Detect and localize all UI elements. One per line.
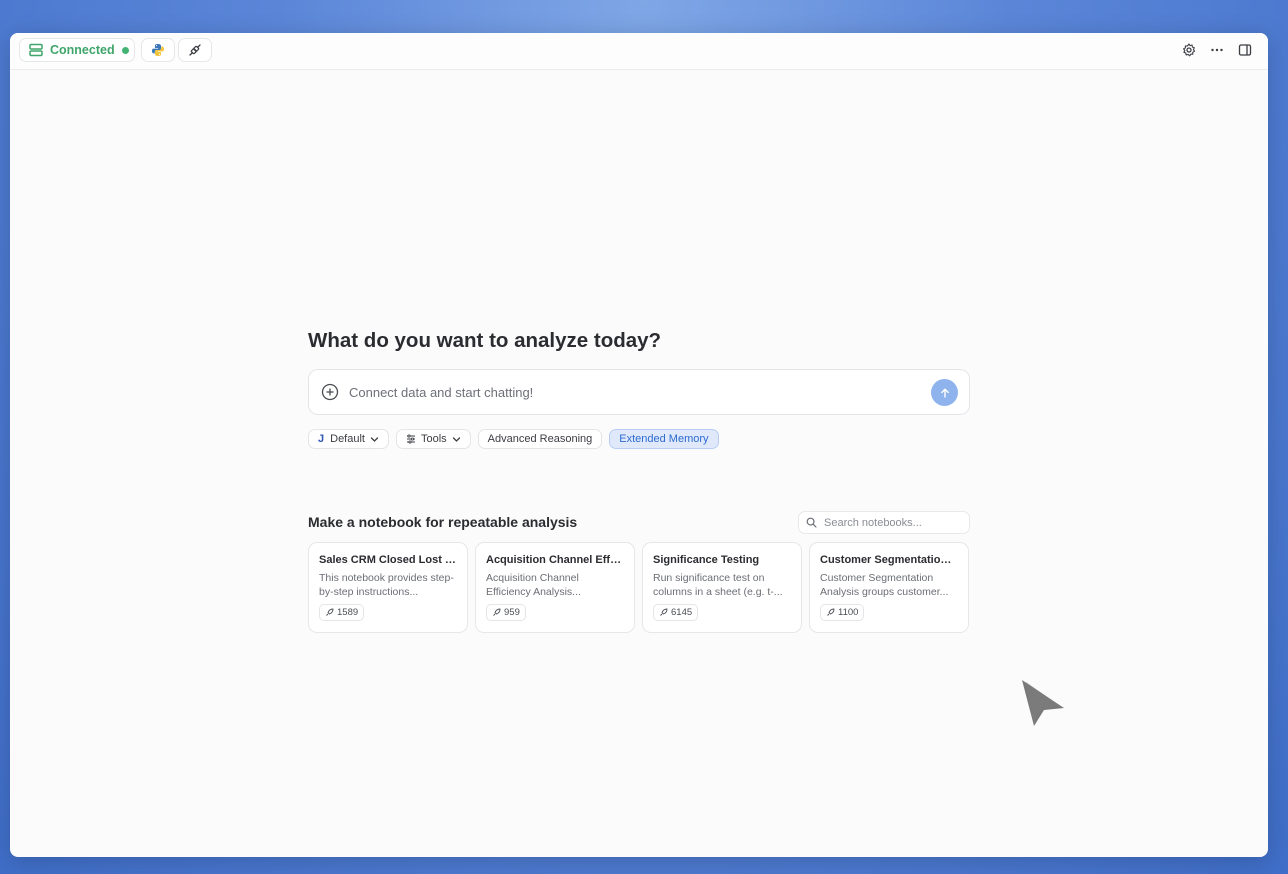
- chevron-down-icon: [452, 436, 460, 442]
- notebook-card-title: Acquisition Channel Effici...: [486, 554, 624, 566]
- notebook-usage-count: 1589: [319, 604, 365, 621]
- rocket-icon: [660, 608, 668, 616]
- chat-box[interactable]: [308, 369, 970, 415]
- advanced-reasoning-label: Advanced Reasoning: [487, 433, 593, 445]
- top-bar: Connected: [10, 33, 1268, 70]
- add-attachment-button[interactable]: [321, 383, 339, 401]
- extended-memory-toggle[interactable]: Extended Memory: [609, 429, 719, 449]
- notebooks-section-title: Make a notebook for repeatable analysis: [308, 514, 578, 530]
- usage-count-value: 1589: [337, 607, 359, 618]
- advanced-reasoning-toggle[interactable]: Advanced Reasoning: [477, 429, 603, 449]
- chevron-down-icon: [370, 436, 379, 442]
- send-button[interactable]: [931, 379, 958, 406]
- notebooks-header: Make a notebook for repeatable analysis: [308, 510, 970, 534]
- plus-circle-icon: [321, 383, 339, 401]
- mouse-cursor-icon: [1022, 680, 1064, 726]
- notebook-card[interactable]: Customer Segmentation ... Customer Segme…: [809, 542, 969, 633]
- model-select[interactable]: J Default: [308, 429, 389, 449]
- notebook-card[interactable]: Sales CRM Closed Lost R... This notebook…: [308, 542, 468, 633]
- connect-plugin-button[interactable]: [178, 38, 212, 62]
- more-icon: [1211, 48, 1223, 52]
- notebook-card-description: Run significance test on columns in a sh…: [653, 572, 783, 598]
- more-options-button[interactable]: [1208, 41, 1226, 59]
- connection-status-dot: [121, 46, 129, 54]
- connection-status-button[interactable]: Connected: [19, 38, 135, 62]
- settings-button[interactable]: [1180, 41, 1198, 59]
- gear-icon: [1183, 43, 1196, 57]
- notebook-card-description: Acquisition Channel Efficiency Analysis.…: [486, 572, 581, 598]
- model-label: Default: [330, 433, 365, 445]
- usage-count-value: 959: [504, 607, 520, 618]
- usage-count-value: 6145: [671, 607, 693, 618]
- model-prefix: J: [318, 433, 325, 445]
- notebook-card-description: This notebook provides step-by-step inst…: [319, 572, 454, 598]
- chat-input[interactable]: [347, 383, 911, 401]
- plug-icon: [189, 44, 201, 56]
- rocket-icon: [326, 608, 334, 616]
- sidebar-toggle-button[interactable]: [1236, 41, 1254, 59]
- notebook-card-title: Customer Segmentation ...: [820, 554, 958, 566]
- rocket-icon: [493, 608, 501, 616]
- notebook-card-description: Customer Segmentation Analysis groups cu…: [820, 572, 949, 598]
- connection-label: Connected: [50, 43, 115, 57]
- extended-memory-label: Extended Memory: [619, 433, 709, 445]
- tools-label: Tools: [420, 433, 447, 445]
- notebook-usage-count: 1100: [820, 604, 865, 621]
- notebook-card-title: Sales CRM Closed Lost R...: [319, 554, 457, 566]
- notebook-search[interactable]: [798, 511, 970, 534]
- rocket-icon: [827, 608, 835, 616]
- main-panel: What do you want to analyze today? J: [308, 327, 970, 633]
- app-window: Connected What do you want to analyze to…: [10, 33, 1268, 857]
- search-icon: [806, 517, 817, 528]
- sliders-icon: [406, 434, 415, 444]
- notebook-card-title: Significance Testing: [653, 554, 760, 566]
- page-heading: What do you want to analyze today?: [308, 329, 662, 352]
- notebook-card[interactable]: Significance Testing Run significance te…: [642, 542, 802, 633]
- notebook-cards: Sales CRM Closed Lost R... This notebook…: [308, 542, 969, 633]
- usage-count-value: 1100: [838, 607, 859, 618]
- python-kernel-button[interactable]: [141, 38, 175, 62]
- notebook-usage-count: 959: [486, 604, 526, 621]
- arrow-up-icon: [940, 388, 949, 398]
- python-icon: [152, 44, 164, 56]
- tools-select[interactable]: Tools: [395, 429, 471, 449]
- notebook-usage-count: 6145: [653, 604, 699, 621]
- notebook-search-input[interactable]: [822, 515, 966, 530]
- chat-options: J Default Tools Advanced Reasoning Exten…: [308, 429, 719, 451]
- notebook-card[interactable]: Acquisition Channel Effici... Acquisitio…: [475, 542, 635, 633]
- sidebar-toggle-icon: [1238, 44, 1252, 56]
- database-icon: [29, 43, 43, 57]
